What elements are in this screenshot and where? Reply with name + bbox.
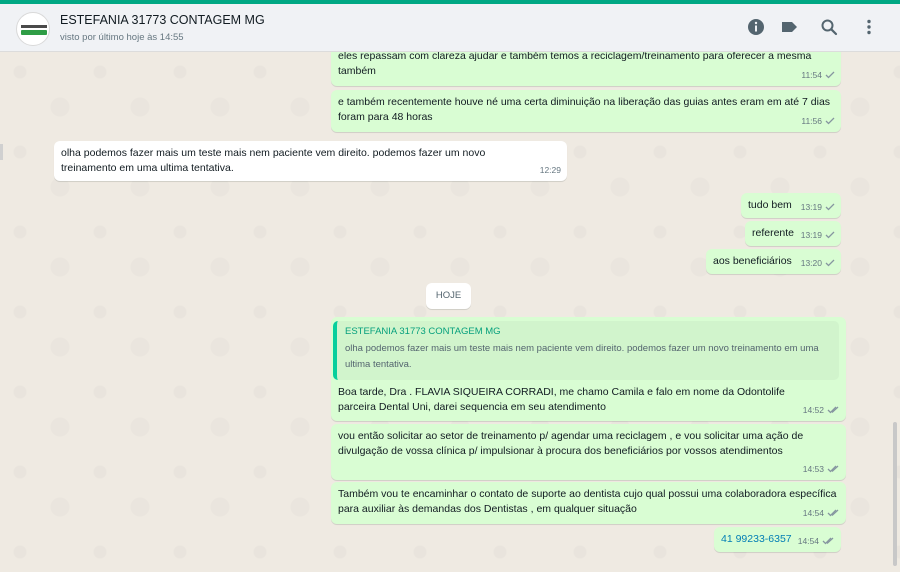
message-meta: 11:54 xyxy=(801,68,835,83)
message-time: 14:54 xyxy=(797,536,819,546)
message-text: vou então solicitar ao setor de treiname… xyxy=(338,430,804,457)
double-check-icon xyxy=(827,509,840,517)
message-text: tudo bem xyxy=(748,199,792,211)
message-meta: 14:54 xyxy=(803,506,840,521)
message-time: 11:54 xyxy=(801,70,822,80)
message-text: aos beneficiários xyxy=(713,255,792,267)
chat-header[interactable]: ESTEFANIA 31773 CONTAGEM MG visto por úl… xyxy=(0,4,900,52)
scrollbar[interactable] xyxy=(893,422,897,566)
message-time: 11:56 xyxy=(801,116,822,126)
message-text: e também recentemente houve né uma certa… xyxy=(338,96,831,123)
double-check-icon xyxy=(827,406,840,414)
quoted-text: olha podemos fazer mais um teste mais ne… xyxy=(345,343,819,370)
double-check-icon xyxy=(827,465,840,473)
single-check-icon xyxy=(825,71,835,79)
day-divider: HOJE xyxy=(426,283,471,309)
left-scroll-edge xyxy=(0,144,3,160)
message-meta: 14:53 xyxy=(803,462,840,477)
message-text: olha podemos fazer mais um teste mais ne… xyxy=(61,147,486,174)
phone-number-link[interactable]: 41 99233-6357 xyxy=(721,532,792,547)
label-icon[interactable] xyxy=(779,17,799,37)
message-time: 13:19 xyxy=(800,202,822,212)
message-bubble-outgoing[interactable]: eles repassam com clareza ajudar e també… xyxy=(331,52,841,86)
message-bubble-outgoing[interactable]: vou então solicitar ao setor de treiname… xyxy=(331,424,846,480)
more-vertical-icon[interactable] xyxy=(859,17,879,37)
conversation-panel[interactable]: eles repassam com clareza ajudar e també… xyxy=(0,52,900,572)
quoted-author: ESTEFANIA 31773 CONTAGEM MG xyxy=(345,326,501,337)
message-bubble-incoming[interactable]: olha podemos fazer mais um teste mais ne… xyxy=(54,141,567,181)
message-time: 13:19 xyxy=(800,230,822,240)
message-text: Também vou te encaminhar o contato de su… xyxy=(338,488,837,515)
message-time: 14:54 xyxy=(802,508,824,518)
message-meta: 14:54 xyxy=(798,534,835,549)
message-time: 12:29 xyxy=(539,165,561,175)
logo-bar xyxy=(21,30,47,35)
contact-name[interactable]: ESTEFANIA 31773 CONTAGEM MG xyxy=(60,13,265,27)
message-meta: 13:20 xyxy=(801,256,835,271)
message-time: 14:52 xyxy=(802,405,824,415)
search-icon[interactable] xyxy=(819,17,839,37)
single-check-icon xyxy=(825,259,835,267)
message-meta: 14:52 xyxy=(803,403,840,418)
logo-mark xyxy=(21,25,47,28)
double-check-icon xyxy=(822,537,835,545)
message-text: referente xyxy=(752,227,795,239)
avatar[interactable] xyxy=(16,12,50,46)
message-bubble-outgoing[interactable]: referente 13:19 xyxy=(745,221,841,246)
message-bubble-outgoing[interactable]: aos beneficiários 13:20 xyxy=(706,249,841,274)
single-check-icon xyxy=(825,203,835,211)
message-bubble-outgoing[interactable]: e também recentemente houve né uma certa… xyxy=(331,90,841,132)
message-meta: 13:19 xyxy=(801,200,835,215)
message-meta: 13:19 xyxy=(801,228,835,243)
message-bubble-outgoing[interactable]: Também vou te encaminhar o contato de su… xyxy=(331,482,846,524)
message-text: Boa tarde, Dra . FLAVIA SIQUEIRA CORRADI… xyxy=(338,386,785,413)
message-bubble-outgoing[interactable]: 41 99233-6357 14:54 xyxy=(714,527,841,552)
message-text: eles repassam com clareza ajudar e també… xyxy=(338,52,812,77)
last-seen-status: visto por último hoje às 14:55 xyxy=(60,32,184,43)
message-meta: 11:56 xyxy=(801,114,835,129)
message-bubble-outgoing[interactable]: tudo bem 13:19 xyxy=(741,193,841,218)
message-meta: 12:29 xyxy=(540,163,561,178)
single-check-icon xyxy=(825,231,835,239)
info-icon[interactable] xyxy=(746,17,766,37)
quoted-message[interactable]: ESTEFANIA 31773 CONTAGEM MG olha podemos… xyxy=(333,321,839,380)
single-check-icon xyxy=(825,117,835,125)
message-time: 13:20 xyxy=(800,258,822,268)
message-time: 14:53 xyxy=(802,464,824,474)
